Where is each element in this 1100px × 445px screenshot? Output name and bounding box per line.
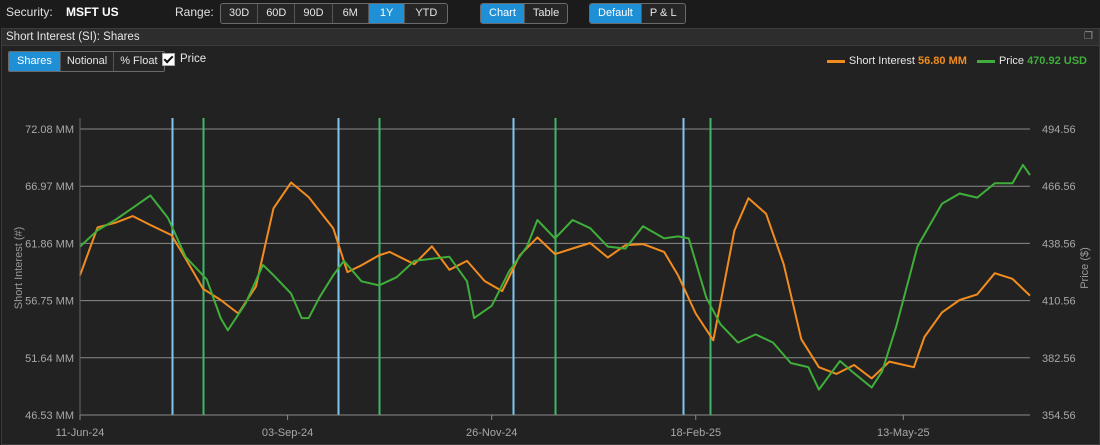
range-6m-button[interactable]: 6M [333,4,369,23]
panel-header: Short Interest (SI): Shares ❐ [2,29,1099,46]
metric-float-button[interactable]: % Float [114,52,163,71]
security-value[interactable]: MSFT US [66,5,119,19]
range-1y-button[interactable]: 1Y [368,4,406,23]
range-30d-button[interactable]: 30D [221,4,259,23]
range-selector: 30D 60D 90D 6M 1Y YTD [220,3,449,24]
range-60d-button[interactable]: 60D [258,4,296,23]
legend-si: Short Interest 56.80 MM [826,55,967,67]
range-90d-button[interactable]: 90D [295,4,333,23]
mode-selector: Default P & L [589,3,686,24]
toolbar: Security: MSFT US Range: 30D 60D 90D 6M … [0,0,1100,26]
legend-price-label: Price [998,55,1024,67]
view-selector: Chart Table [480,3,569,24]
view-chart-button[interactable]: Chart [481,4,525,23]
metric-shares-button[interactable]: Shares [9,52,61,71]
view-table-button[interactable]: Table [525,4,567,23]
chart-panel: Short Interest (SI): Shares ❐ Shares Not… [1,28,1100,445]
restore-icon[interactable]: ❐ [1084,31,1093,42]
chart-legend: Short Interest 56.80 MM Price 470.92 USD [826,55,1087,67]
security-label: Security: [6,5,53,19]
legend-price: Price 470.92 USD [976,55,1087,67]
mode-pl-button[interactable]: P & L [642,4,685,23]
legend-si-value: 56.80 MM [918,55,967,67]
legend-price-swatch [976,59,995,63]
legend-price-value: 470.92 USD [1027,55,1087,67]
price-checkbox[interactable] [162,53,175,66]
metric-notional-button[interactable]: Notional [61,52,115,71]
legend-si-label: Short Interest [848,55,915,67]
mode-default-button[interactable]: Default [590,4,642,23]
metric-selector: Shares Notional % Float [8,51,165,72]
price-checkbox-label: Price [180,53,207,65]
panel-title: Short Interest (SI): Shares [6,31,140,43]
legend-si-swatch [826,59,845,63]
range-ytd-button[interactable]: YTD [405,4,447,23]
range-label: Range: [175,5,214,19]
